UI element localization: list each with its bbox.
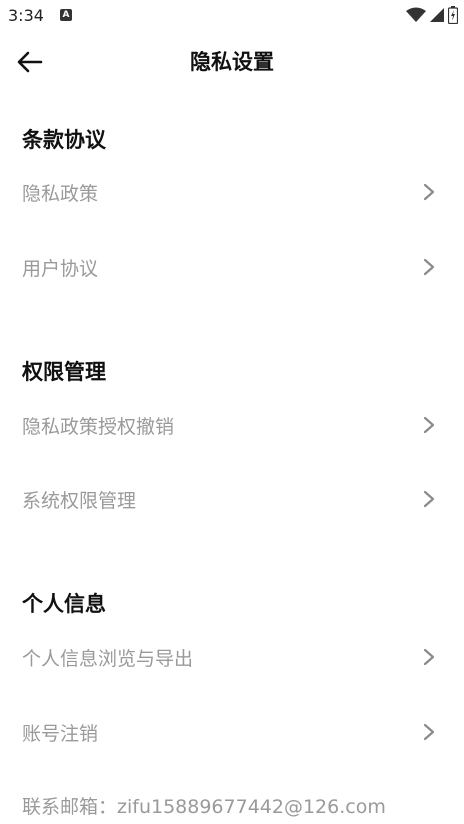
row-revoke-privacy-authorization[interactable]: 隐私政策授权撤销: [0, 397, 464, 453]
signal-icon: [430, 8, 444, 22]
row-label: 账号注销: [22, 723, 99, 745]
header: 隐私设置: [0, 32, 464, 92]
chevron-right-icon: [423, 723, 435, 741]
row-user-agreement[interactable]: 用户协议: [0, 239, 464, 295]
status-time: 3:34: [8, 6, 44, 25]
status-bar: 3:34 A: [0, 0, 464, 32]
row-label: 个人信息浏览与导出: [22, 648, 194, 670]
chevron-right-icon: [423, 183, 435, 201]
row-account-deletion[interactable]: 账号注销: [0, 704, 464, 760]
row-privacy-policy[interactable]: 隐私政策: [0, 164, 464, 220]
section-title-personal-info: 个人信息: [22, 592, 106, 616]
page-title: 隐私设置: [190, 50, 274, 74]
chevron-right-icon: [423, 648, 435, 666]
chevron-right-icon: [423, 490, 435, 508]
status-icons: [406, 6, 458, 24]
section-title-terms: 条款协议: [22, 128, 106, 152]
row-label: 隐私政策授权撤销: [22, 416, 175, 438]
chevron-right-icon: [423, 416, 435, 434]
section-title-permissions: 权限管理: [22, 360, 106, 384]
row-system-permissions[interactable]: 系统权限管理: [0, 471, 464, 527]
row-label: 用户协议: [22, 258, 99, 280]
row-label: 系统权限管理: [22, 490, 137, 512]
contact-email: 联系邮箱：zifu15889677442@126.com: [22, 796, 386, 818]
a-icon: A: [60, 9, 72, 21]
row-personal-info-export[interactable]: 个人信息浏览与导出: [0, 629, 464, 685]
battery-charging-icon: [448, 6, 458, 24]
row-label: 隐私政策: [22, 183, 99, 205]
wifi-icon: [406, 7, 426, 22]
chevron-right-icon: [423, 258, 435, 276]
